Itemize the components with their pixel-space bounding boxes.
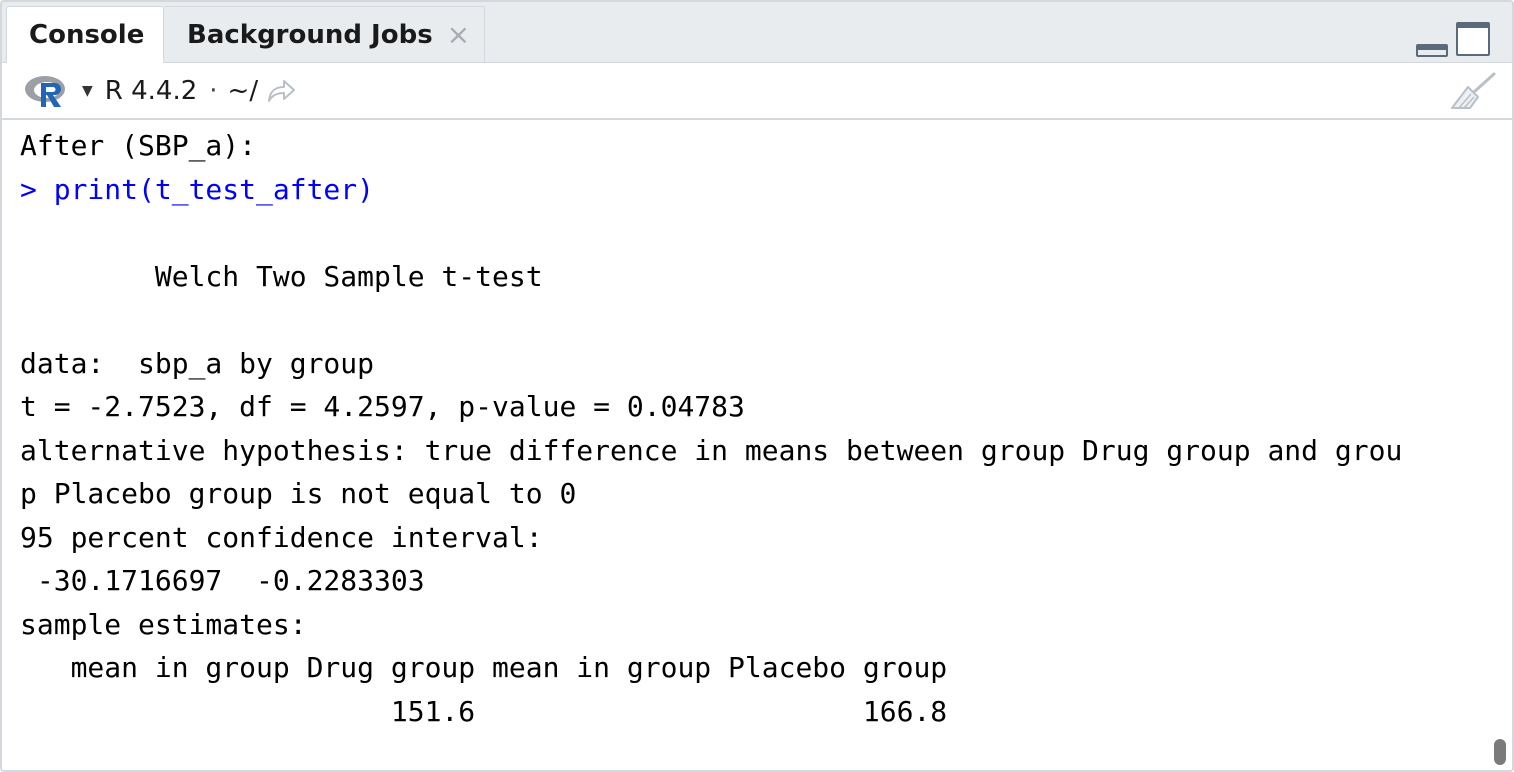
r-version-label: R 4.4.2 [104,75,198,106]
console-output[interactable]: After (SBP_a): > print(t_test_after) Wel… [2,120,1512,770]
console-pane: Console Background Jobs × ▼ R 4.4.2 · ~/ [0,0,1514,772]
console-toolbar: ▼ R 4.4.2 · ~/ [2,63,1512,120]
console-line: t = -2.7523, df = 4.2597, p-value = 0.04… [20,390,745,423]
tab-background-jobs-label: Background Jobs [187,19,433,50]
console-command-line: > print(t_test_after) [20,173,375,206]
tab-bar: Console Background Jobs × [2,2,1512,63]
toolbar-separator: · [209,75,218,106]
console-line: data: sbp_a by group [20,347,375,380]
r-logo-icon[interactable] [24,74,70,108]
console-line: 151.6 166.8 [20,695,948,728]
dropdown-caret-icon[interactable]: ▼ [82,83,93,99]
console-line: Welch Two Sample t-test [20,260,543,293]
console-line: p Placebo group is not equal to 0 [20,477,577,510]
working-directory-label: ~/ [227,75,259,106]
console-line: -30.1716697 -0.2283303 [20,564,425,597]
console-line: alternative hypothesis: true difference … [20,434,1403,467]
tab-background-jobs[interactable]: Background Jobs × [165,6,485,62]
go-to-directory-icon[interactable] [266,78,296,104]
console-line: mean in group Drug group mean in group P… [20,651,948,684]
tab-console-label: Console [29,20,145,50]
clear-console-broom-icon[interactable] [1448,71,1498,111]
pane-window-controls [1416,22,1490,57]
vertical-scrollbar[interactable] [1494,739,1506,765]
console-line: After (SBP_a): [20,129,257,162]
minimize-pane-icon[interactable] [1416,44,1448,57]
maximize-pane-icon[interactable] [1456,22,1490,56]
console-line: 95 percent confidence interval: [20,521,543,554]
close-icon[interactable]: × [447,18,470,51]
tab-console[interactable]: Console [6,6,164,63]
console-line: sample estimates: [20,608,307,641]
